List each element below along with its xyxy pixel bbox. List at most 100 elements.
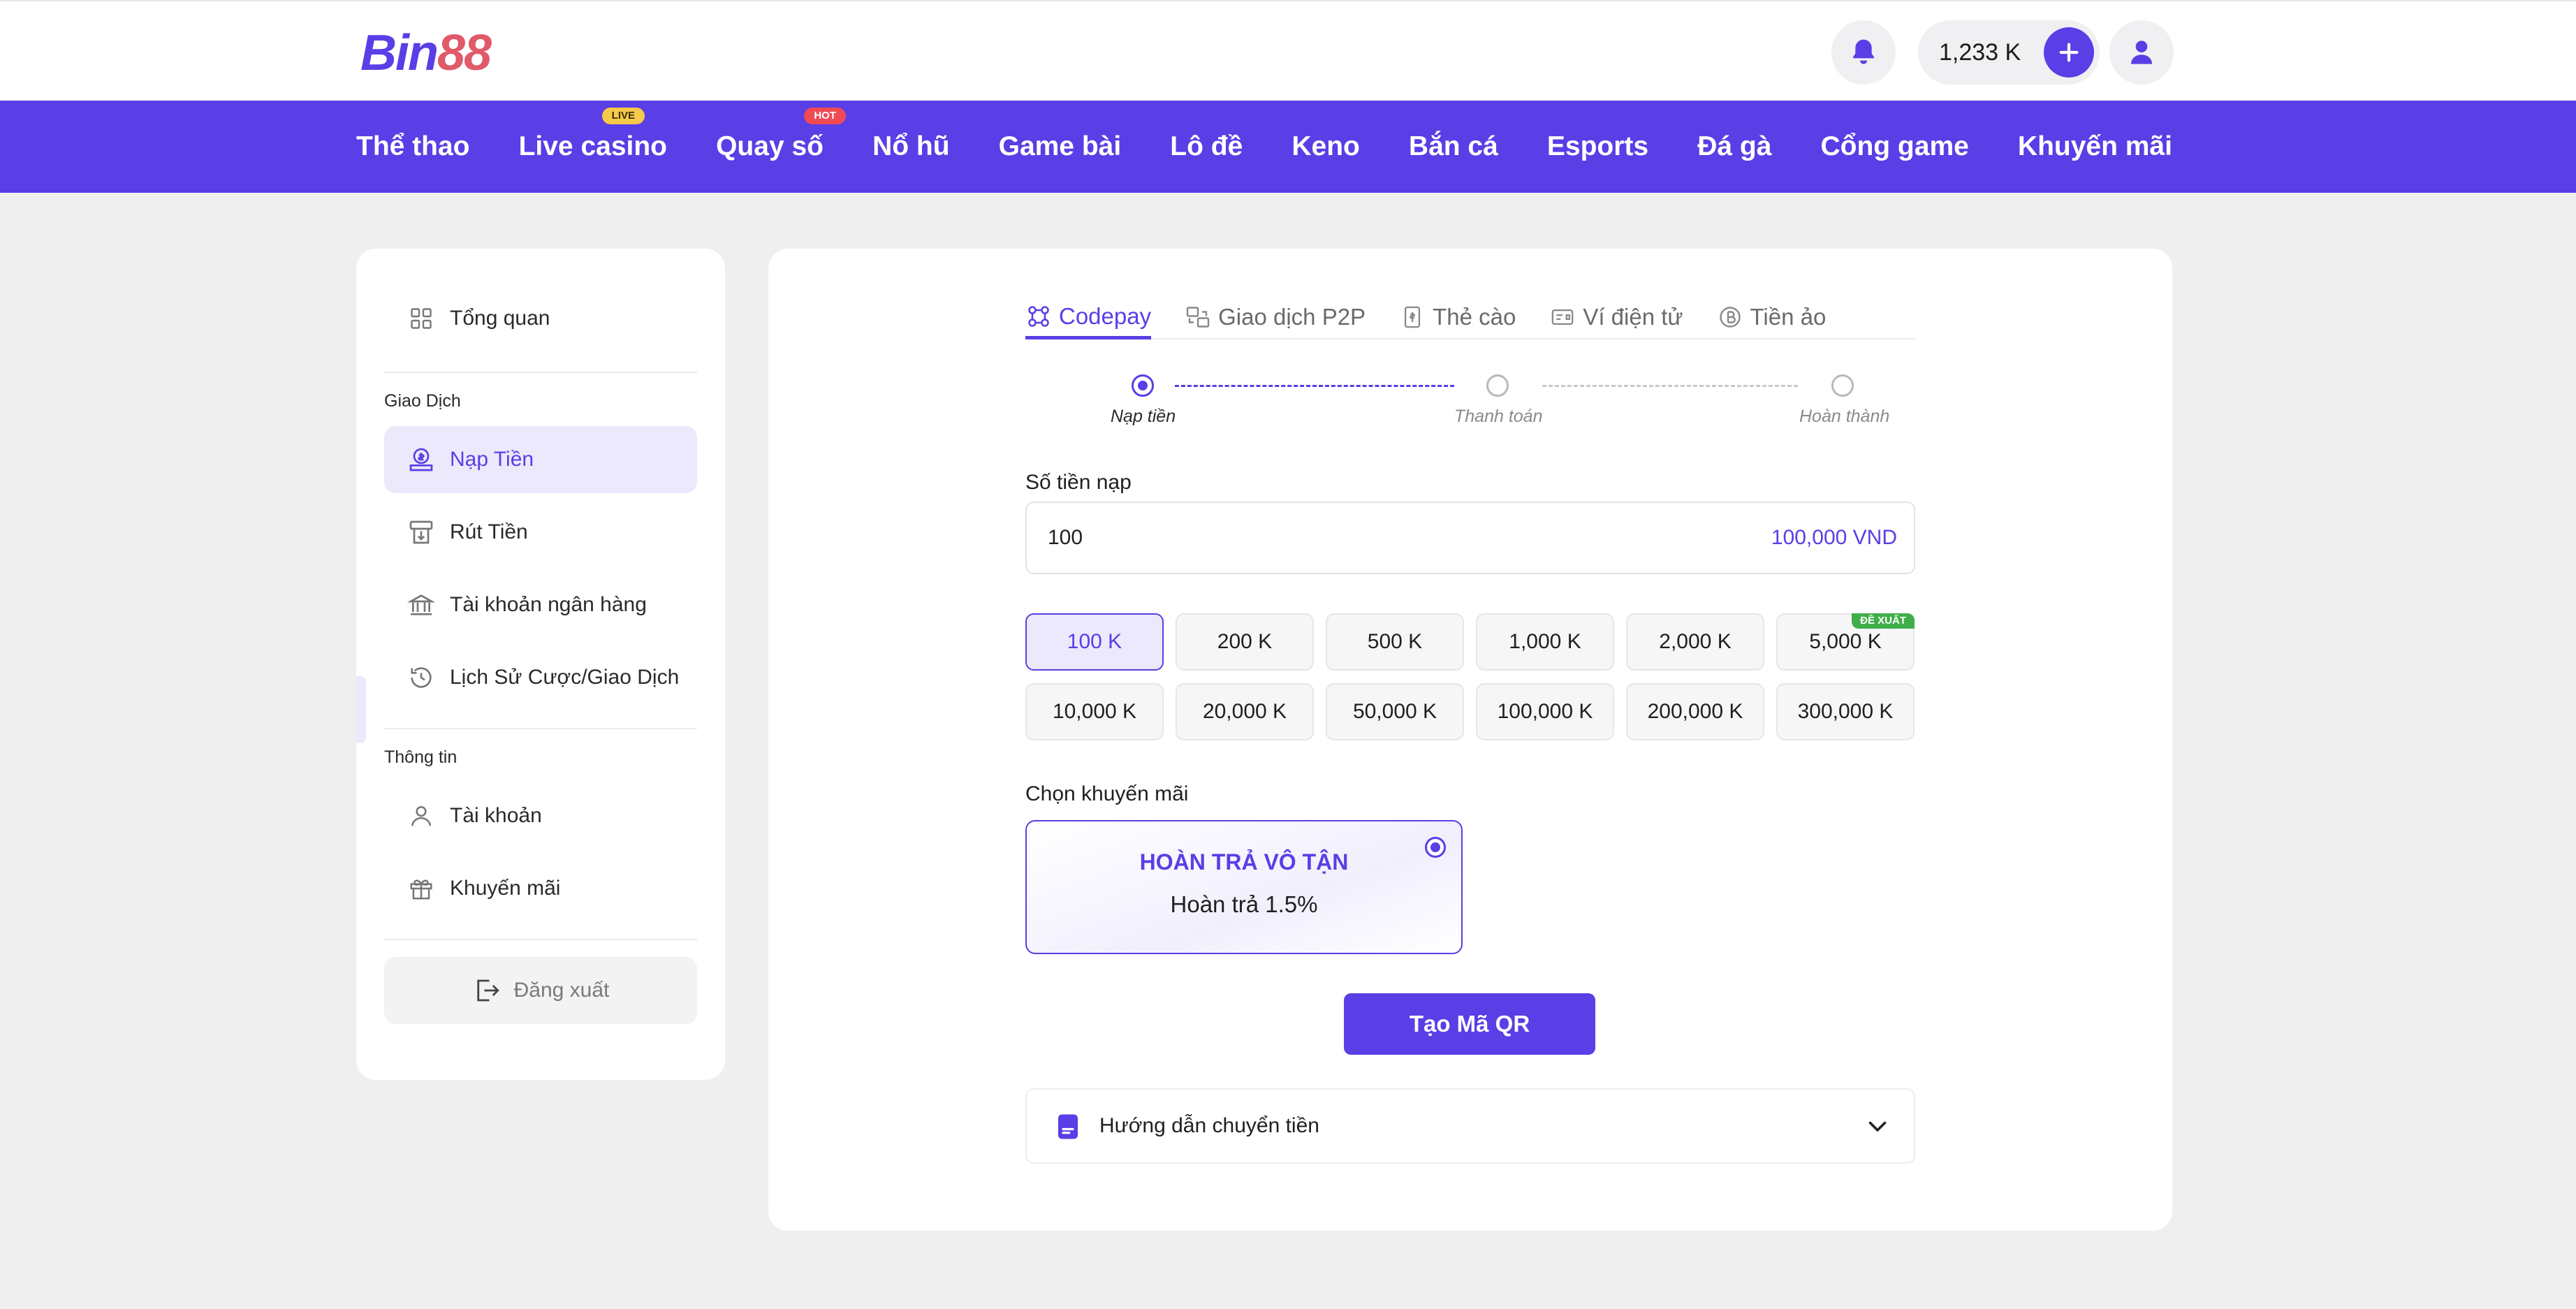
- nav-item-label: Thể thao: [356, 131, 470, 161]
- bank-icon: [405, 589, 437, 621]
- sidebar-item-overview[interactable]: Tổng quan: [384, 285, 697, 352]
- sidebar-item-label: Nạp Tiền: [450, 448, 534, 471]
- create-qr-button[interactable]: Tạo Mã QR: [1344, 993, 1595, 1055]
- promo-title: HOÀN TRẢ VÔ TẬN: [1139, 849, 1349, 875]
- nav-item-fishing[interactable]: Bắn cá: [1409, 131, 1498, 162]
- nav-item-live-casino[interactable]: Live casino LIVE: [519, 108, 667, 162]
- nav-item-cockfight[interactable]: Đá gà: [1697, 131, 1771, 162]
- grid-icon: [405, 302, 437, 335]
- amount-chip-2000k[interactable]: 2,000 K: [1626, 613, 1764, 671]
- step-line: [1175, 385, 1454, 387]
- user-menu-button[interactable]: [2109, 20, 2174, 85]
- step-dot-deposit: [1132, 374, 1154, 397]
- sidebar-item-account[interactable]: Tài khoản: [384, 782, 697, 849]
- sidebar-divider: [384, 728, 697, 729]
- promo-radio[interactable]: [1425, 837, 1446, 858]
- amount-chip-10000k[interactable]: 10,000 K: [1025, 683, 1164, 740]
- tab-label: Giao dịch P2P: [1218, 304, 1366, 330]
- tab-scratch-card[interactable]: Thẻ cào: [1399, 296, 1516, 338]
- deposit-icon: [405, 444, 437, 476]
- logout-button[interactable]: Đăng xuất: [384, 957, 697, 1024]
- sidebar-item-label: Tổng quan: [450, 307, 550, 330]
- nav-item-label: Lô đề: [1170, 131, 1243, 161]
- sidebar-item-promotions[interactable]: Khuyến mãi: [384, 855, 697, 922]
- amount-input[interactable]: [1048, 503, 1537, 573]
- tab-codepay[interactable]: Codepay: [1025, 296, 1152, 339]
- nav-item-sports[interactable]: Thể thao: [356, 131, 470, 162]
- active-indicator: [356, 676, 366, 743]
- amount-chip-500k[interactable]: 500 K: [1326, 613, 1464, 671]
- nav-item-game-portal[interactable]: Cổng game: [1820, 131, 1968, 162]
- tab-label: Codepay: [1059, 302, 1152, 329]
- nav-item-label: Esports: [1546, 131, 1649, 161]
- amount-chip-300000k[interactable]: 300,000 K: [1776, 683, 1915, 740]
- sidebar-group-info: Thông tin: [384, 747, 458, 767]
- sidebar-item-bank-account[interactable]: Tài khoản ngân hàng: [384, 571, 697, 638]
- nav-item-label: Đá gà: [1697, 131, 1772, 161]
- hot-badge: HOT: [804, 108, 846, 124]
- payment-method-tabs: Codepay Giao dịch P2P Thẻ cào Ví điện tử…: [1025, 296, 1915, 339]
- main-nav: Thể thao Live casino LIVE Quay số HOT Nổ h…: [0, 101, 2576, 193]
- promo-label: Chọn khuyến mãi: [1025, 782, 1189, 805]
- withdraw-icon: [405, 516, 437, 548]
- account-sidebar: Tổng quan Giao Dịch Nạp Tiền Rút Tiền Tà…: [356, 249, 725, 1080]
- deposit-panel: Codepay Giao dịch P2P Thẻ cào Ví điện tử…: [768, 249, 2172, 1231]
- nav-item-lottery[interactable]: Quay số HOT: [716, 108, 846, 162]
- amount-chip-100000k[interactable]: 100,000 K: [1476, 683, 1614, 740]
- nav-list: Thể thao Live casino LIVE Quay số HOT Nổ h…: [356, 101, 2172, 193]
- history-icon: [405, 661, 437, 694]
- p2p-icon: [1185, 304, 1211, 330]
- sidebar-item-label: Tài khoản ngân hàng: [450, 593, 647, 616]
- sidebar-divider: [384, 939, 697, 940]
- amount-chip-200000k[interactable]: 200,000 K: [1626, 683, 1764, 740]
- sidebar-item-history[interactable]: Lịch Sử Cược/Giao Dịch: [384, 644, 697, 711]
- person-icon: [405, 800, 437, 832]
- promo-subtitle: Hoàn trả 1.5%: [1170, 891, 1318, 917]
- nav-item-promotions[interactable]: Khuyến mãi: [2018, 131, 2172, 162]
- tab-e-wallet[interactable]: Ví điện tử: [1549, 296, 1683, 338]
- tab-label: Tiền ảo: [1750, 304, 1827, 330]
- tab-crypto[interactable]: Tiền ảo: [1717, 296, 1827, 338]
- sidebar-item-deposit[interactable]: Nạp Tiền: [384, 426, 697, 493]
- sidebar-item-withdraw[interactable]: Rút Tiền: [384, 499, 697, 566]
- step-line: [1542, 385, 1798, 387]
- bell-icon: [1853, 39, 1874, 64]
- nav-item-keno[interactable]: Keno: [1291, 131, 1360, 162]
- sidebar-item-label: Lịch Sử Cược/Giao Dịch: [450, 666, 680, 689]
- guide-label: Hướng dẫn chuyển tiền: [1099, 1114, 1319, 1137]
- nav-item-card-games[interactable]: Game bài: [999, 131, 1122, 162]
- amount-chip-20000k[interactable]: 20,000 K: [1176, 683, 1314, 740]
- sidebar-item-label: Tài khoản: [450, 804, 542, 827]
- gift-icon: [405, 872, 437, 905]
- nav-item-label: Quay số: [716, 131, 824, 161]
- amount-chip-50000k[interactable]: 50,000 K: [1326, 683, 1464, 740]
- amount-chip-1000k[interactable]: 1,000 K: [1476, 613, 1614, 671]
- nav-item-esports[interactable]: Esports: [1547, 131, 1648, 162]
- codepay-icon: [1025, 303, 1052, 330]
- logout-label: Đăng xuất: [513, 979, 610, 1002]
- amount-label: Số tiền nạp: [1025, 471, 1132, 494]
- chip-label: 5,000 K: [1809, 630, 1882, 653]
- step-label-payment: Thanh toán: [1454, 407, 1543, 426]
- promo-card-endless-rebate[interactable]: HOÀN TRẢ VÔ TẬN Hoàn trả 1.5%: [1025, 820, 1463, 954]
- plus-icon: [2059, 43, 2079, 62]
- live-badge: LIVE: [601, 108, 645, 124]
- nav-item-lo-de[interactable]: Lô đề: [1170, 131, 1243, 162]
- amount-chip-200k[interactable]: 200 K: [1176, 613, 1314, 671]
- nav-item-label: Keno: [1291, 131, 1360, 161]
- tab-p2p[interactable]: Giao dịch P2P: [1185, 296, 1366, 338]
- add-funds-button[interactable]: [2044, 27, 2094, 78]
- balance-amount: 1,233 K: [1939, 39, 2021, 66]
- logo-text-primary: Bin: [360, 25, 439, 81]
- card-icon: [1399, 304, 1426, 330]
- tab-label: Thẻ cào: [1433, 304, 1516, 330]
- brand-logo[interactable]: Bin 88: [360, 25, 492, 81]
- nav-item-label: Cổng game: [1820, 131, 1969, 161]
- sidebar-item-label: Rút Tiền: [450, 520, 528, 543]
- suggested-badge: ĐỀ XUẤT: [1852, 613, 1915, 629]
- amount-chip-100k[interactable]: 100 K: [1025, 613, 1164, 671]
- amount-chip-5000k[interactable]: 5,000 K ĐỀ XUẤT: [1776, 613, 1915, 671]
- nav-item-slots[interactable]: Nổ hũ: [872, 131, 949, 162]
- transfer-guide-accordion[interactable]: Hướng dẫn chuyển tiền: [1025, 1088, 1915, 1164]
- notifications-button[interactable]: [1831, 20, 1896, 85]
